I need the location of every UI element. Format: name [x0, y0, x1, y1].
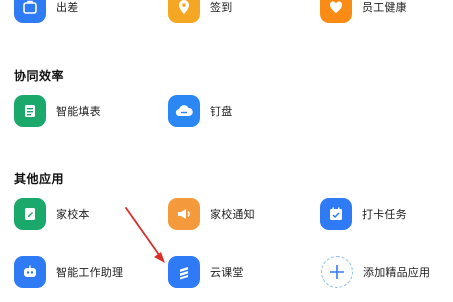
app-check-in[interactable]: 签到	[168, 0, 232, 23]
app-punch-task[interactable]: 打卡任务	[320, 198, 407, 230]
robot-assistant-icon	[14, 256, 46, 288]
app-smart-form[interactable]: 智能填表	[14, 95, 101, 127]
app-ding-disk[interactable]: 钉盘	[168, 95, 232, 127]
app-home-school-book[interactable]: 家校本	[14, 198, 90, 230]
app-add-premium-app[interactable]: 添加精品应用	[321, 256, 430, 288]
heart-icon	[320, 0, 352, 23]
app-label: 家校本	[56, 208, 90, 221]
app-employee-health[interactable]: 员工健康	[320, 0, 407, 23]
app-label: 家校通知	[210, 208, 255, 221]
app-label: 智能填表	[56, 105, 101, 118]
app-cloud-classroom[interactable]: 云课堂	[168, 256, 244, 288]
location-pin-icon	[168, 0, 200, 23]
plus-icon	[321, 256, 353, 288]
app-label: 签到	[210, 1, 233, 14]
homework-book-icon	[14, 198, 46, 230]
app-label: 添加精品应用	[363, 266, 431, 279]
suitcase-icon	[14, 0, 46, 23]
calendar-check-icon	[320, 198, 352, 230]
app-smart-work-assistant[interactable]: 智能工作助理	[14, 256, 123, 288]
cloud-classroom-icon	[168, 256, 200, 288]
section-title-other-apps: 其他应用	[14, 172, 65, 186]
section-title-collaboration: 协同效率	[14, 69, 65, 83]
app-home-school-notice[interactable]: 家校通知	[168, 198, 255, 230]
app-label: 智能工作助理	[56, 266, 124, 279]
form-document-icon	[14, 95, 46, 127]
app-business-trip[interactable]: 出差	[14, 0, 78, 23]
app-label: 钉盘	[210, 105, 233, 118]
app-label: 云课堂	[210, 266, 244, 279]
app-label: 打卡任务	[362, 208, 407, 221]
app-label: 员工健康	[362, 1, 407, 14]
cloud-drive-icon	[168, 95, 200, 127]
megaphone-icon	[168, 198, 200, 230]
app-label: 出差	[56, 1, 79, 14]
